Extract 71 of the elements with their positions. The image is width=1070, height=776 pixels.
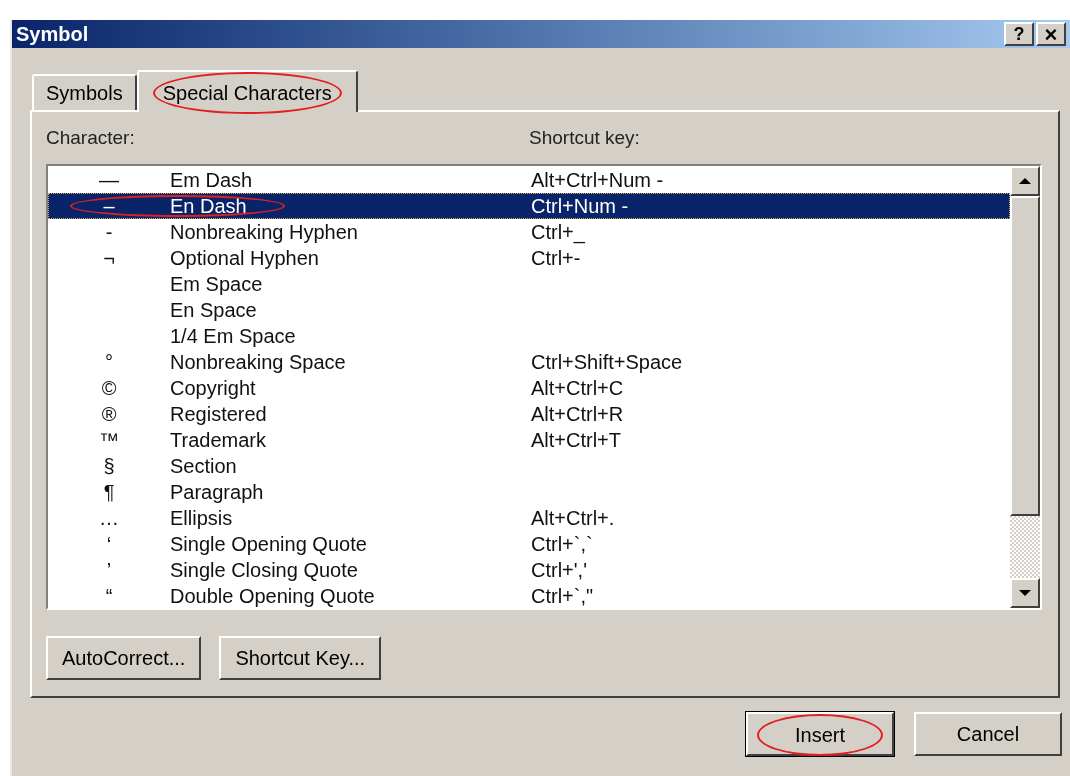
list-row[interactable]: ™ Trademark Alt+Ctrl+T bbox=[48, 427, 1010, 453]
shortcut-cell-text: Ctrl+Shift+Space bbox=[531, 350, 683, 375]
shortcut-cell-text: Alt+Ctrl+C bbox=[531, 376, 624, 401]
column-header: Character: bbox=[46, 125, 136, 150]
shortcut-cell-text: Alt+Ctrl+Num - bbox=[531, 168, 664, 193]
list-row[interactable]: “ Double Opening Quote Ctrl+`," bbox=[48, 583, 1010, 609]
character-cell-text: ’ bbox=[105, 558, 113, 583]
shortcut-cell-text: Alt+Ctrl+R bbox=[531, 402, 624, 427]
name-cell-text: Single Closing Quote bbox=[170, 558, 358, 583]
name-cell-text: Nonbreaking Space bbox=[170, 350, 346, 375]
shortcut-cell-text: Alt+Ctrl+. bbox=[531, 506, 615, 531]
character-cell-text: — bbox=[98, 168, 120, 193]
shortcut-cell-text: Ctrl+',' bbox=[531, 558, 587, 583]
list-row[interactable]: ® Registered Alt+Ctrl+R bbox=[48, 401, 1010, 427]
list-row[interactable]: En Space bbox=[48, 297, 1010, 323]
name-cell-text: Copyright bbox=[170, 376, 256, 401]
character-cell-text: – bbox=[102, 194, 116, 219]
shortcut-cell-text: Ctrl+- bbox=[531, 246, 581, 271]
character-cell-text: ‘ bbox=[105, 532, 113, 557]
character-cell-text: ° bbox=[104, 350, 114, 375]
panel-button[interactable]: AutoCorrect... bbox=[46, 636, 202, 680]
character-cell-text: … bbox=[98, 506, 120, 531]
name-cell-text: Single Opening Quote bbox=[170, 532, 367, 557]
list-row[interactable]: Em Space bbox=[48, 271, 1010, 297]
name-cell-text: Section bbox=[170, 454, 237, 479]
name-cell-text: Em Space bbox=[170, 272, 263, 297]
list-row[interactable]: ¶ Paragraph bbox=[48, 479, 1010, 505]
list-row[interactable]: ¬ Optional Hyphen Ctrl+- bbox=[48, 245, 1010, 271]
column-header: Shortcut key: bbox=[529, 125, 640, 150]
character-cell-text: ® bbox=[100, 402, 118, 427]
list-row[interactable]: ’ Single Closing Quote Ctrl+',' bbox=[48, 557, 1010, 583]
list-row[interactable]: ‘ Single Opening Quote Ctrl+`,` bbox=[48, 531, 1010, 557]
list-row[interactable]: 1/4 Em Space bbox=[48, 323, 1010, 349]
shortcut-cell-text: Ctrl+_ bbox=[531, 220, 585, 246]
window-title: Symbol bbox=[16, 22, 90, 47]
character-cell-text: © bbox=[100, 376, 118, 401]
list-row[interactable]: ° Nonbreaking Space Ctrl+Shift+Space bbox=[48, 349, 1010, 375]
close-button[interactable]: × bbox=[1036, 22, 1066, 46]
shortcut-cell-text: Ctrl+Num - bbox=[531, 194, 629, 219]
list-row[interactable]: … Ellipsis Alt+Ctrl+. bbox=[48, 505, 1010, 531]
character-cell-text: “ bbox=[104, 584, 114, 609]
name-cell-text: Optional Hyphen bbox=[170, 246, 319, 271]
dialog-button[interactable]: Insert bbox=[746, 712, 894, 756]
panel-button[interactable]: Shortcut Key... bbox=[219, 636, 382, 680]
name-cell-text: Nonbreaking Hyphen bbox=[170, 220, 358, 245]
list-row[interactable]: § Section bbox=[48, 453, 1010, 479]
name-cell-text: Em Dash bbox=[170, 168, 253, 193]
list-row[interactable]: — Em Dash Alt+Ctrl+Num - bbox=[48, 167, 1010, 193]
name-cell-text: Trademark bbox=[170, 428, 266, 453]
dialog-button[interactable]: Cancel bbox=[914, 712, 1062, 756]
name-cell-text: En Dash bbox=[170, 194, 247, 219]
name-cell-text: Ellipsis bbox=[170, 506, 233, 531]
list-row[interactable]: © Copyright Alt+Ctrl+C bbox=[48, 375, 1010, 401]
list-row[interactable]: - Nonbreaking Hyphen Ctrl+_ bbox=[48, 219, 1010, 245]
character-cell-text: ™ bbox=[98, 428, 120, 453]
character-cell-text: - bbox=[104, 220, 114, 245]
shortcut-cell-text: Ctrl+`," bbox=[531, 584, 594, 609]
name-cell-text: Paragraph bbox=[170, 480, 264, 505]
list-row[interactable]: – En Dash Ctrl+Num - bbox=[48, 193, 1010, 219]
name-cell-text: En Space bbox=[170, 298, 257, 323]
help-button[interactable]: ? bbox=[1004, 22, 1034, 46]
shortcut-cell-text: Ctrl+`,` bbox=[531, 532, 593, 557]
tab[interactable]: Special Characters bbox=[136, 70, 358, 112]
character-cell-text: ¬ bbox=[102, 246, 116, 271]
tab[interactable]: Symbols bbox=[32, 74, 137, 110]
shortcut-cell-text: Alt+Ctrl+T bbox=[531, 428, 622, 453]
name-cell-text: Registered bbox=[170, 402, 267, 427]
name-cell-text: 1/4 Em Space bbox=[170, 324, 296, 349]
character-cell-text: ¶ bbox=[102, 480, 116, 505]
name-cell-text: Double Opening Quote bbox=[170, 584, 375, 609]
character-cell-text: § bbox=[102, 454, 116, 479]
